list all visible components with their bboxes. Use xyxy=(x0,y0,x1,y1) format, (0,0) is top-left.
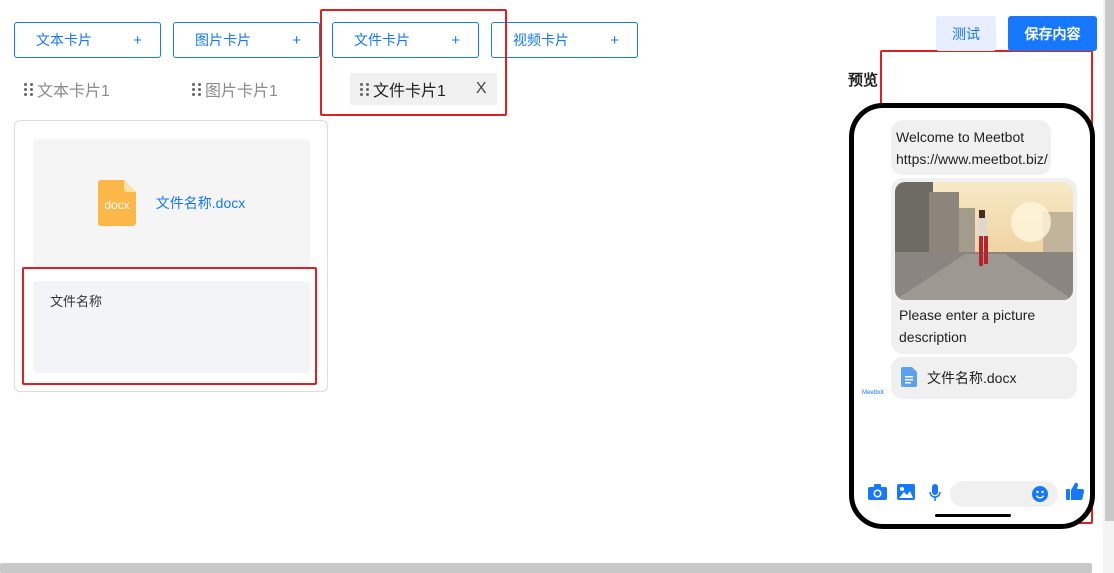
preview-title: 预览 xyxy=(848,72,879,89)
vertical-scrollbar[interactable] xyxy=(1105,0,1114,521)
tab-label: 图片卡片1 xyxy=(205,83,278,100)
image-icon[interactable] xyxy=(897,484,915,505)
camera-icon[interactable] xyxy=(868,484,887,505)
add-video-card-label: 视频卡片 xyxy=(513,32,569,48)
close-icon[interactable]: X xyxy=(476,80,487,98)
add-text-card-label: 文本卡片 xyxy=(36,32,92,48)
tab-label: 文件卡片1 xyxy=(373,83,446,100)
drag-handle-icon[interactable] xyxy=(192,82,201,96)
phone-preview: Welcome to Meetbot https://www.meetbot.b… xyxy=(849,103,1095,529)
file-name-value: 文件名称 xyxy=(50,294,103,309)
message-photo xyxy=(895,182,1073,300)
add-text-card-button[interactable]: 文本卡片 + xyxy=(14,22,161,58)
file-name-link[interactable]: 文件名称.docx xyxy=(156,193,245,213)
document-icon xyxy=(901,366,917,390)
add-image-card-button[interactable]: 图片卡片 + xyxy=(173,22,320,58)
home-indicator xyxy=(935,514,1011,517)
file-name-input[interactable]: 文件名称 xyxy=(33,281,310,373)
file-message-name: 文件名称.docx xyxy=(927,370,1017,386)
file-card-editor: docx 文件名称.docx 文件名称 xyxy=(14,120,328,392)
text-message-bubble: Welcome to Meetbot https://www.meetbot.b… xyxy=(891,120,1051,175)
text-message-line: https://www.meetbot.biz/ xyxy=(896,151,1048,167)
tab-text-card-1[interactable]: 文本卡片1 xyxy=(24,73,110,105)
test-button[interactable]: 测试 xyxy=(936,16,996,51)
tab-label: 文本卡片1 xyxy=(37,83,110,100)
microphone-icon[interactable] xyxy=(929,484,941,506)
add-file-card-button[interactable]: 文件卡片 + xyxy=(332,22,479,58)
docx-file-icon: docx xyxy=(97,180,136,226)
image-message-bubble: Please enter a picture description xyxy=(891,178,1077,354)
tab-image-card-1[interactable]: 图片卡片1 xyxy=(192,73,278,105)
file-upload-area[interactable]: docx 文件名称.docx xyxy=(33,139,310,267)
plus-icon: + xyxy=(292,31,301,49)
emoji-icon[interactable] xyxy=(1032,486,1048,507)
drag-handle-icon[interactable] xyxy=(360,82,369,96)
drag-handle-icon[interactable] xyxy=(24,82,33,96)
thumbs-up-icon[interactable] xyxy=(1066,482,1085,505)
image-description: Please enter a picture description xyxy=(899,307,1036,345)
add-file-card-label: 文件卡片 xyxy=(354,32,410,48)
chat-input-bar xyxy=(854,480,1090,510)
docx-icon-text: docx xyxy=(104,198,129,212)
horizontal-scrollbar[interactable] xyxy=(0,563,1092,573)
file-message-bubble: 文件名称.docx xyxy=(891,357,1077,399)
bot-avatar: Meetbot xyxy=(862,390,884,396)
add-image-card-label: 图片卡片 xyxy=(195,32,251,48)
plus-icon: + xyxy=(610,31,619,49)
save-button[interactable]: 保存内容 xyxy=(1008,16,1097,51)
plus-icon: + xyxy=(133,31,142,49)
plus-icon: + xyxy=(451,31,460,49)
tab-file-card-1[interactable]: 文件卡片1 X xyxy=(350,73,497,105)
text-message-line: Welcome to Meetbot xyxy=(896,129,1025,145)
add-video-card-button[interactable]: 视频卡片 + xyxy=(491,22,638,58)
